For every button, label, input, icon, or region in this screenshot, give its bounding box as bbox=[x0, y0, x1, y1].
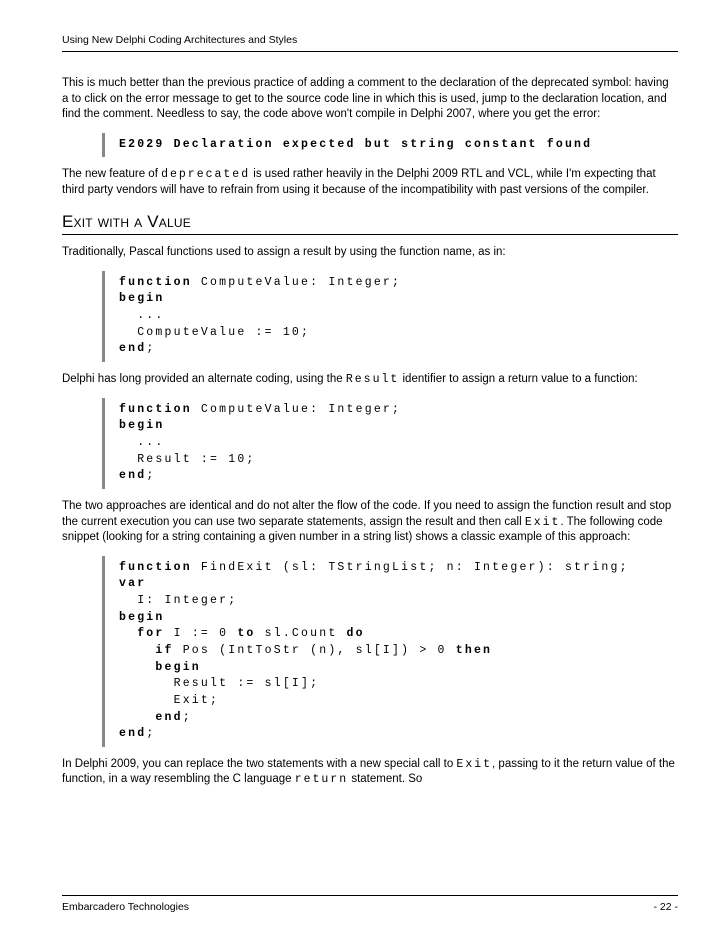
code-text bbox=[119, 644, 155, 657]
text-run: identifier to assign a return value to a… bbox=[399, 373, 637, 385]
code-error-message: E2029 Declaration expected but string co… bbox=[102, 133, 678, 158]
code-computevalue-name: function ComputeValue: Integer; begin ..… bbox=[102, 271, 678, 362]
code-text: ComputeValue := 10; bbox=[119, 326, 310, 339]
page-header: Using New Delphi Coding Architectures an… bbox=[62, 34, 678, 52]
code-keyword: function bbox=[119, 561, 192, 574]
inline-code: Result bbox=[346, 373, 399, 386]
code-keyword: if bbox=[155, 644, 173, 657]
code-text: ... bbox=[119, 309, 165, 322]
code-text: ComputeValue: Integer; bbox=[192, 276, 401, 289]
inline-code: Exit bbox=[456, 758, 492, 771]
body-paragraph: The two approaches are identical and do … bbox=[62, 499, 678, 546]
code-keyword: function bbox=[119, 403, 192, 416]
code-keyword: end bbox=[155, 711, 182, 724]
code-text: ComputeValue: Integer; bbox=[192, 403, 401, 416]
code-text bbox=[119, 627, 137, 640]
code-text: I: Integer; bbox=[119, 594, 237, 607]
code-text: ; bbox=[146, 469, 155, 482]
code-text bbox=[119, 711, 155, 724]
body-paragraph: Traditionally, Pascal functions used to … bbox=[62, 245, 678, 261]
code-text: ... bbox=[119, 436, 165, 449]
code-keyword: function bbox=[119, 276, 192, 289]
code-keyword: then bbox=[456, 644, 492, 657]
page: Using New Delphi Coding Architectures an… bbox=[0, 0, 728, 943]
inline-code: return bbox=[295, 773, 348, 786]
footer-publisher: Embarcadero Technologies bbox=[62, 901, 189, 913]
code-text: sl.Count bbox=[256, 627, 347, 640]
code-text: ; bbox=[146, 342, 155, 355]
code-keyword: begin bbox=[119, 419, 165, 432]
code-keyword: end bbox=[119, 469, 146, 482]
code-text: FindExit (sl: TStringList; n: Integer): … bbox=[192, 561, 629, 574]
code-line: E2029 Declaration expected but string co… bbox=[119, 138, 592, 151]
code-keyword: end bbox=[119, 342, 146, 355]
text-run: In Delphi 2009, you can replace the two … bbox=[62, 758, 456, 770]
body-paragraph: In Delphi 2009, you can replace the two … bbox=[62, 757, 678, 788]
code-keyword: for bbox=[137, 627, 164, 640]
code-text: ; bbox=[183, 711, 192, 724]
code-keyword: to bbox=[237, 627, 255, 640]
text-run: The new feature of bbox=[62, 168, 161, 180]
footer-page-number: - 22 - bbox=[653, 901, 678, 913]
inline-code: deprecated bbox=[161, 168, 250, 181]
code-text: Pos (IntToStr (n), sl[I]) > 0 bbox=[174, 644, 456, 657]
code-keyword: begin bbox=[119, 661, 201, 674]
code-text: I := 0 bbox=[165, 627, 238, 640]
code-text: ; bbox=[146, 727, 155, 740]
code-text: Result := sl[I]; bbox=[119, 677, 319, 690]
code-text: Exit; bbox=[119, 694, 219, 707]
inline-code: Exit bbox=[525, 516, 561, 529]
code-keyword: do bbox=[347, 627, 365, 640]
code-keyword: end bbox=[119, 727, 146, 740]
page-footer: Embarcadero Technologies - 22 - bbox=[62, 895, 678, 913]
body-paragraph: Delphi has long provided an alternate co… bbox=[62, 372, 678, 388]
code-keyword: begin bbox=[119, 292, 165, 305]
section-heading-exit-with-value: Exit with a Value bbox=[62, 212, 678, 235]
code-text: Result := 10; bbox=[119, 453, 256, 466]
body-paragraph: This is much better than the previous pr… bbox=[62, 76, 678, 123]
code-keyword: begin bbox=[119, 611, 165, 624]
body-paragraph: The new feature of deprecated is used ra… bbox=[62, 167, 678, 198]
code-keyword: var bbox=[119, 577, 146, 590]
code-computevalue-result: function ComputeValue: Integer; begin ..… bbox=[102, 398, 678, 489]
text-run: statement. So bbox=[348, 773, 422, 785]
text-run: Delphi has long provided an alternate co… bbox=[62, 373, 346, 385]
code-findexit: function FindExit (sl: TStringList; n: I… bbox=[102, 556, 678, 747]
